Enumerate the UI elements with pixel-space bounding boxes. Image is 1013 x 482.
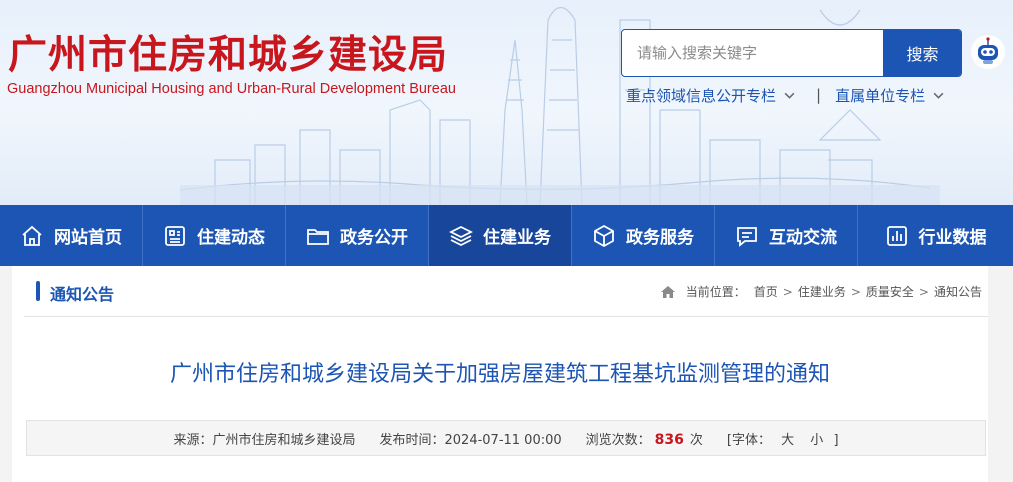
site-logo-title[interactable]: 广州市住房和城乡建设局	[8, 24, 448, 80]
home-icon	[22, 225, 42, 246]
search-button[interactable]: 搜索	[883, 30, 961, 76]
breadcrumb-separator: >	[918, 284, 929, 299]
section-title[interactable]: 通知公告	[50, 281, 114, 305]
news-icon	[165, 225, 185, 246]
sublink-affiliated-units-label: 直属单位专栏	[835, 86, 926, 105]
views-count: 836	[654, 431, 684, 448]
chart-icon	[886, 225, 907, 246]
search-box: 搜索	[621, 29, 962, 77]
sublink-affiliated-units[interactable]: 直属单位专栏	[835, 85, 945, 106]
font-small-button[interactable]: 小	[810, 433, 823, 448]
chevron-down-icon	[784, 92, 795, 99]
robot-assistant-icon[interactable]	[970, 34, 1006, 70]
sublink-key-areas-label: 重点领域信息公开专栏	[626, 86, 777, 105]
font-size-open: [字体：	[726, 432, 771, 448]
folder-icon	[307, 228, 329, 245]
nav-item-label: 行业数据	[918, 228, 987, 248]
nav-item-public-affairs[interactable]: 政务公开	[286, 205, 429, 266]
article-meta: 来源：广州市住房和城乡建设局 发布时间：2024-07-11 00:00 浏览次…	[26, 420, 986, 456]
home-icon	[660, 285, 675, 298]
sublink-separator: |	[816, 86, 822, 104]
section-header: 通知公告 当前位置： 首页 > 住建业务 > 质量安全 > 通知公告	[24, 266, 988, 317]
breadcrumb-separator: >	[850, 284, 861, 299]
article-source: 来源：广州市住房和城乡建设局	[173, 429, 355, 448]
article-date: 发布时间：2024-07-11 00:00	[379, 429, 561, 448]
article-title: 广州市住房和城乡建设局关于加强房屋建筑工程基坑监测管理的通知	[169, 362, 830, 387]
views-unit: 次	[689, 432, 703, 448]
nav-item-label: 政务公开	[340, 228, 408, 248]
breadcrumb-home[interactable]: 首页	[754, 283, 778, 300]
nav-item-label: 住建动态	[197, 228, 265, 248]
site-header: 广州市住房和城乡建设局 Guangzhou Municipal Housing …	[0, 0, 1013, 205]
nav-item-label: 住建业务	[483, 228, 551, 248]
article-views: 浏览次数： 836 次	[586, 429, 703, 448]
nav-item-home[interactable]: 网站首页	[0, 205, 143, 266]
breadcrumb: 当前位置： 首页 > 住建业务 > 质量安全 > 通知公告	[660, 283, 982, 300]
font-size-control: [字体： 大 小 ]	[727, 429, 839, 448]
breadcrumb-label: 当前位置：	[685, 285, 746, 299]
nav-item-news[interactable]: 住建动态	[143, 205, 286, 266]
breadcrumb-notices[interactable]: 通知公告	[934, 283, 982, 300]
breadcrumb-construction-business[interactable]: 住建业务	[798, 283, 846, 300]
search-input[interactable]	[622, 30, 883, 76]
font-large-button[interactable]: 大	[781, 433, 794, 448]
date-label: 发布时间：	[379, 432, 445, 448]
chat-icon	[737, 226, 757, 247]
box-icon	[594, 224, 614, 247]
site-logo-subtitle: Guangzhou Municipal Housing and Urban-Ru…	[7, 81, 456, 97]
main-nav: 网站首页 住建动态 政务公开 住建业务 政务服务 互动交流 行业数据	[0, 205, 1013, 266]
nav-item-label: 网站首页	[54, 228, 122, 248]
layers-icon	[449, 225, 473, 246]
source-value: 广州市住房和城乡建设局	[212, 432, 356, 448]
header-sublinks: 重点领域信息公开专栏 | 直属单位专栏	[626, 84, 945, 106]
source-label: 来源：	[173, 432, 213, 448]
nav-item-construction-business[interactable]: 住建业务	[429, 205, 572, 266]
nav-item-gov-services[interactable]: 政务服务	[572, 205, 715, 266]
section-title-marker	[36, 281, 40, 301]
nav-item-label: 政务服务	[626, 228, 694, 248]
article-panel: 通知公告 当前位置： 首页 > 住建业务 > 质量安全 > 通知公告 广州市住房…	[12, 266, 988, 482]
views-label: 浏览次数：	[585, 432, 651, 448]
breadcrumb-separator: >	[782, 284, 793, 299]
nav-item-interaction[interactable]: 互动交流	[715, 205, 858, 266]
sublink-key-areas[interactable]: 重点领域信息公开专栏	[626, 85, 796, 106]
font-size-close: ]	[833, 432, 839, 448]
date-value: 2024-07-11 00:00	[444, 432, 562, 448]
nav-item-industry-data[interactable]: 行业数据	[858, 205, 1013, 266]
nav-item-label: 互动交流	[769, 228, 837, 248]
chevron-down-icon	[933, 92, 944, 99]
breadcrumb-quality-safety[interactable]: 质量安全	[866, 283, 914, 300]
